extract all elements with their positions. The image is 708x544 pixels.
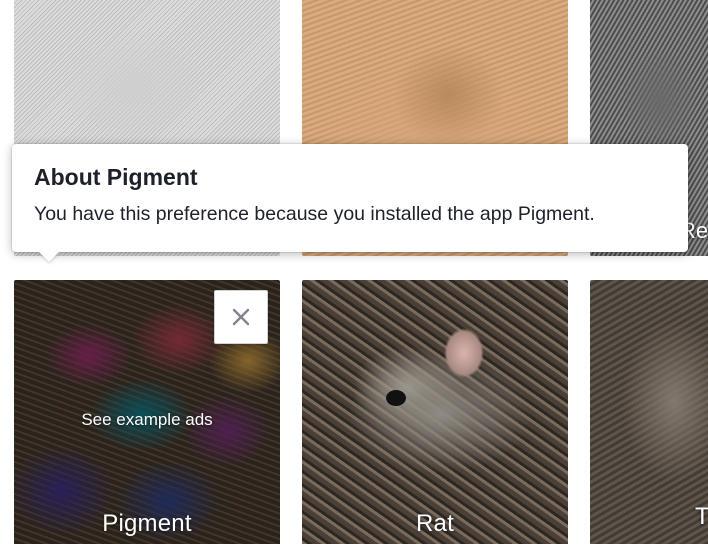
interest-tile-rat[interactable]: Rat [302, 280, 568, 544]
tooltip-arrow [38, 251, 60, 262]
about-interest-tooltip: About Pigment You have this preference b… [12, 144, 688, 262]
tooltip-title: About Pigment [34, 164, 198, 190]
interest-image [302, 280, 568, 544]
interest-tile-label-partial: T [695, 503, 708, 530]
see-example-ads-link[interactable]: See example ads [14, 410, 280, 430]
remove-interest-button[interactable] [214, 290, 268, 344]
interest-grid: Re See example ads Pigment Rat T About P… [0, 0, 708, 544]
close-icon [232, 308, 250, 326]
tooltip-body: You have this preference because you ins… [34, 203, 595, 225]
interest-tile-label: Pigment [102, 510, 192, 537]
rat-eye-shape [386, 390, 406, 406]
interest-image [590, 280, 708, 544]
interest-tile-label: Rat [416, 510, 454, 537]
interest-tile-pigment[interactable]: See example ads Pigment [14, 280, 280, 544]
rat-ear-shape [444, 328, 484, 378]
interest-tile-partial-bottom[interactable] [590, 280, 708, 544]
